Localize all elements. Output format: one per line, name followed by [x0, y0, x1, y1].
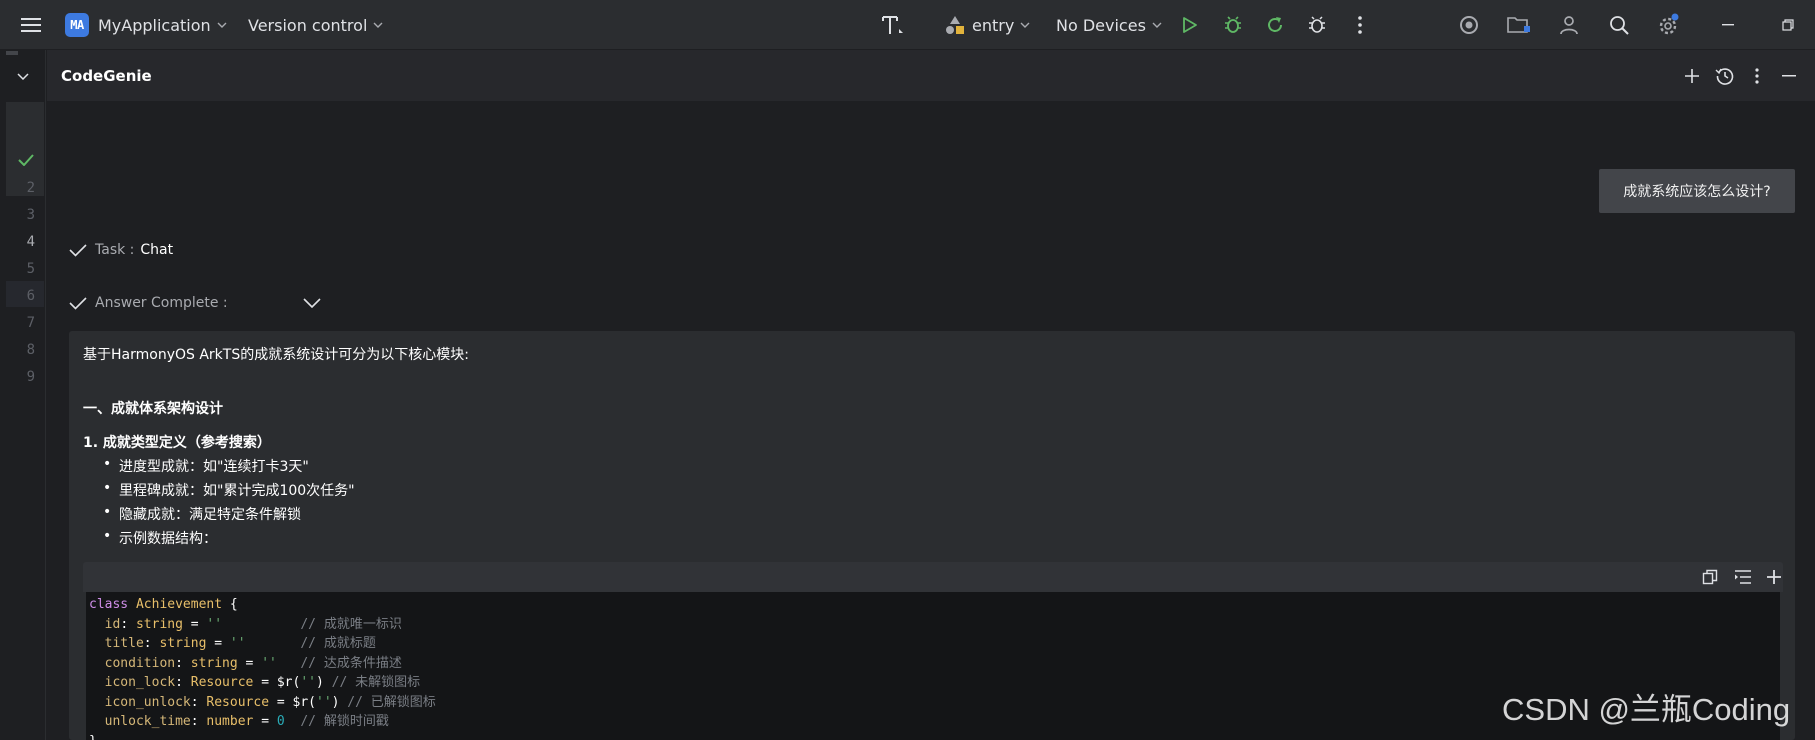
module-selector[interactable]: entry — [944, 0, 1030, 50]
task-status-row: Task : Chat — [69, 237, 173, 263]
settings-gear-icon[interactable] — [1655, 0, 1681, 50]
chevron-down-icon — [1020, 22, 1030, 28]
project-name: MyApplication — [98, 15, 211, 35]
panel-more-options-icon[interactable] — [1744, 50, 1770, 102]
version-control-label: Version control — [248, 15, 368, 35]
answer-complete-label: Answer Complete : — [95, 295, 228, 311]
apply-changes-icon[interactable] — [1262, 0, 1288, 50]
check-icon — [69, 243, 87, 257]
device-manager-icon[interactable] — [1456, 0, 1482, 50]
module-icon — [944, 14, 966, 36]
code-toolbar — [83, 562, 1783, 592]
account-icon[interactable] — [1556, 0, 1582, 50]
checkmark-icon — [18, 154, 34, 166]
code-line: unlock_time: number = 0 // 解锁时间戳 — [89, 714, 389, 729]
debug-icon[interactable] — [1220, 0, 1246, 50]
hide-panel-icon[interactable] — [1776, 50, 1802, 102]
collapse-panel-chevron-icon[interactable] — [0, 50, 46, 102]
project-selector[interactable]: MA MyApplication — [65, 0, 227, 50]
line-number: 7 — [26, 315, 35, 331]
answer-status-row: Answer Complete : — [69, 290, 228, 316]
watermark-text: CSDN @兰瓶Coding — [1502, 692, 1791, 727]
item-heading: 1. 成就类型定义（参考搜索） — [83, 435, 271, 451]
editor-gutter: 2 3 4 5 6 7 8 9 — [0, 50, 46, 740]
chevron-down-icon — [1152, 22, 1162, 28]
task-value: Chat — [140, 242, 174, 258]
line-number: 6 — [26, 288, 35, 304]
panel-title: CodeGenie — [61, 67, 152, 85]
code-line: } — [89, 731, 97, 740]
project-badge: MA — [65, 13, 89, 37]
project-structure-icon[interactable] — [1505, 0, 1533, 50]
more-actions-icon[interactable] — [1347, 0, 1373, 50]
bullet-item: 进度型成就：如"连续打卡3天" — [103, 456, 309, 476]
check-icon — [69, 296, 87, 310]
answer-intro: 基于HarmonyOS ArkTS的成就系统设计可分为以下核心模块: — [83, 347, 469, 363]
copy-code-icon[interactable] — [1697, 564, 1723, 590]
user-message-bubble: 成就系统应该怎么设计? — [1599, 169, 1795, 213]
line-number: 5 — [26, 261, 35, 277]
search-icon[interactable] — [1606, 0, 1632, 50]
run-icon[interactable] — [1177, 0, 1203, 50]
device-label: No Devices — [1056, 15, 1146, 35]
chevron-down-icon — [373, 22, 383, 28]
panel-header: CodeGenie — [47, 50, 1815, 102]
line-number: 2 — [26, 180, 35, 196]
bullet-item: 示例数据结构： — [103, 528, 217, 548]
build-tool-icon[interactable] — [878, 0, 908, 50]
restore-window-icon[interactable] — [1775, 0, 1801, 50]
insert-code-plus-icon[interactable] — [1761, 564, 1787, 590]
new-chat-plus-icon[interactable] — [1679, 50, 1705, 102]
title-bar: MA MyApplication Version control entry N… — [0, 0, 1815, 50]
module-label: entry — [972, 15, 1015, 35]
section-heading: 一、成就体系架构设计 — [83, 401, 223, 417]
insert-at-cursor-icon[interactable] — [1730, 564, 1756, 590]
minimize-window-icon[interactable] — [1715, 0, 1741, 50]
answer-content: 基于HarmonyOS ArkTS的成就系统设计可分为以下核心模块: 一、成就体… — [69, 331, 1795, 740]
line-number: 3 — [26, 207, 35, 223]
chevron-down-icon — [217, 22, 227, 28]
attach-debugger-icon[interactable] — [1304, 0, 1330, 50]
line-number: 9 — [26, 369, 35, 385]
line-number: 8 — [26, 342, 35, 358]
history-clock-icon[interactable] — [1712, 50, 1738, 102]
line-number-current: 4 — [26, 234, 35, 250]
version-control-menu[interactable]: Version control — [248, 0, 383, 50]
device-selector[interactable]: No Devices — [1056, 0, 1162, 50]
main-menu-icon[interactable] — [18, 0, 44, 50]
bullet-item: 里程碑成就：如"累计完成100次任务" — [103, 480, 355, 500]
codegenie-panel: CodeGenie 成就系统应该怎么设计? Task : Chat Answer… — [47, 50, 1815, 740]
task-label: Task : — [95, 242, 135, 258]
expand-answer-chevron-icon[interactable] — [301, 294, 323, 312]
bullet-item: 隐藏成就：满足特定条件解锁 — [103, 504, 301, 524]
